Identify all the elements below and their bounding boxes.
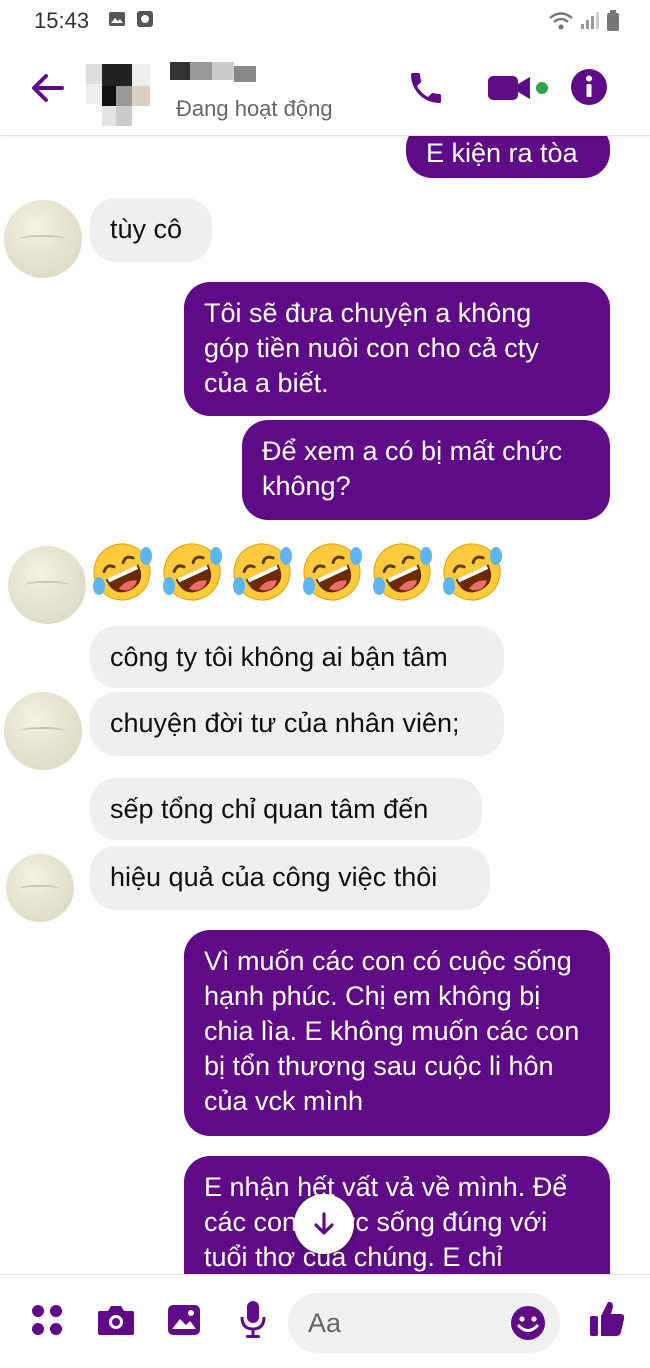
message-text: E nhận hết vất vả về mình. Để các con đư… <box>204 1172 568 1272</box>
rolling-laughing-emoji-icon <box>303 543 362 601</box>
message-bubble-outgoing[interactable]: Tôi sẽ đưa chuyện a không góp tiền nuôi … <box>184 282 610 416</box>
message-bubble-incoming[interactable]: sếp tổng chỉ quan tâm đến <box>90 778 482 840</box>
sender-avatar[interactable] <box>4 692 82 770</box>
message-text: sếp tổng chỉ quan tâm đến <box>110 794 429 824</box>
message-text: E kiện ra tòa <box>426 138 578 168</box>
apps-icon[interactable] <box>30 1303 64 1337</box>
camera-icon[interactable] <box>96 1303 136 1337</box>
composer-bar <box>0 1274 650 1368</box>
gallery-icon[interactable] <box>166 1303 202 1337</box>
message-bubble-incoming[interactable]: chuyện đời tư của nhân viên; <box>90 692 504 756</box>
sender-avatar[interactable] <box>4 200 82 278</box>
status-bar: 15:43 <box>0 0 650 40</box>
message-text: công ty tôi không ai bận tâm <box>110 642 448 672</box>
emoji-icon[interactable] <box>510 1305 546 1341</box>
arrow-down-icon <box>314 1212 334 1235</box>
battery-icon <box>607 10 619 31</box>
info-icon[interactable] <box>570 68 608 106</box>
message-text: Để xem a có bị mất chức không? <box>262 436 563 501</box>
emoji-message[interactable] <box>90 540 504 604</box>
contact-name <box>170 62 256 82</box>
message-bubble-outgoing[interactable]: Vì muốn các con có cuộc sống hạnh phúc. … <box>184 930 610 1136</box>
rolling-laughing-emoji-icon <box>373 543 432 601</box>
contact-avatar[interactable] <box>86 62 150 126</box>
message-bubble-outgoing[interactable]: E kiện ra tòa <box>406 136 610 178</box>
signal-icon <box>581 12 599 29</box>
sender-avatar[interactable] <box>8 546 86 624</box>
rolling-laughing-emoji-icon <box>163 543 222 601</box>
message-input-container[interactable] <box>288 1293 560 1353</box>
wifi-icon <box>549 12 573 30</box>
message-text: chuyện đời tư của nhân viên; <box>110 708 460 738</box>
active-status: Đang hoạt động <box>176 96 333 121</box>
video-icon[interactable] <box>486 68 552 108</box>
sender-avatar[interactable] <box>6 854 74 922</box>
microphone-icon[interactable] <box>238 1299 268 1339</box>
message-bubble-incoming[interactable]: công ty tôi không ai bận tâm <box>90 626 504 688</box>
conversation-header: Đang hoạt động <box>0 40 650 136</box>
rolling-laughing-emoji-icon <box>443 543 502 601</box>
status-time: 15:43 <box>34 8 90 33</box>
rolling-laughing-emoji-icon <box>233 543 292 601</box>
message-bubble-incoming[interactable]: hiệu quả của công việc thôi <box>90 846 490 910</box>
message-bubble-outgoing[interactable]: Để xem a có bị mất chức không? <box>242 420 610 520</box>
message-list[interactable]: E kiện ra tòa tùy cô Tôi sẽ đưa chuyện a… <box>0 136 650 1274</box>
message-input[interactable] <box>308 1305 488 1341</box>
app-notification-icon <box>137 11 153 27</box>
back-arrow-icon[interactable] <box>28 70 68 106</box>
message-text: hiệu quả của công việc thôi <box>110 862 438 892</box>
rolling-laughing-emoji-icon <box>93 543 152 601</box>
image-notification-icon <box>109 12 125 26</box>
message-bubble-incoming[interactable]: tùy cô <box>90 198 212 262</box>
message-text: Tôi sẽ đưa chuyện a không góp tiền nuôi … <box>204 298 539 398</box>
message-bubble-outgoing[interactable]: E nhận hết vất vả về mình. Để các con đư… <box>184 1156 610 1274</box>
message-text: Vì muốn các con có cuộc sống hạnh phúc. … <box>204 946 580 1116</box>
message-text: tùy cô <box>110 214 183 244</box>
scroll-to-bottom-button[interactable] <box>294 1194 354 1254</box>
like-icon[interactable] <box>588 1299 626 1339</box>
phone-icon[interactable] <box>406 68 446 108</box>
